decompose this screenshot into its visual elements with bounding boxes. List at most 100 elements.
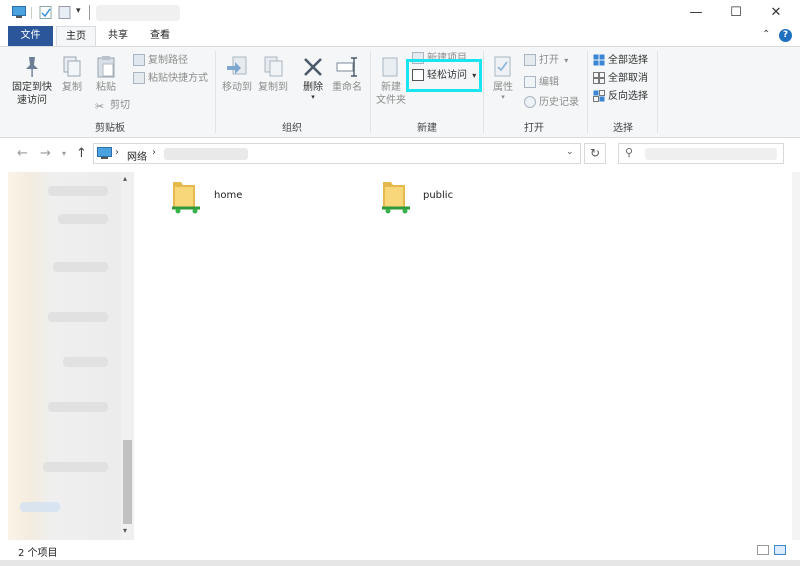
move-to-label: 移动到 (222, 82, 252, 93)
open-dropdown-icon: ▾ (564, 56, 569, 65)
rename-label: 重命名 (332, 82, 362, 93)
nav-scrollbar[interactable]: ▴ ▾ (121, 172, 134, 540)
paste-shortcut-label: 粘贴快捷方式 (148, 73, 208, 84)
history-label: 历史记录 (539, 97, 579, 108)
status-bar: 2 个项目 (0, 540, 800, 560)
folder-name[interactable]: home (214, 190, 242, 201)
copy-icon (63, 56, 81, 77)
search-placeholder (645, 148, 777, 160)
file-list[interactable]: home public (135, 172, 792, 540)
move-to-button[interactable]: 移动到 (220, 55, 254, 94)
minimize-button[interactable]: — (676, 0, 716, 26)
copy-button[interactable]: 复制 (60, 55, 84, 94)
collapse-ribbon-icon[interactable]: ⌃ (762, 29, 770, 40)
details-view-icon[interactable] (757, 545, 769, 555)
recent-locations-icon[interactable]: ▾ (62, 149, 66, 158)
up-arrow-icon[interactable]: ↑ (76, 146, 87, 161)
breadcrumb-separator[interactable]: › (152, 147, 156, 158)
delete-button[interactable]: 删除 ▾ (300, 55, 326, 101)
copy-label: 复制 (62, 82, 82, 93)
history-icon (524, 96, 536, 108)
taskbar-strip (0, 560, 800, 566)
edit-icon (524, 76, 536, 88)
properties-dropdown-icon: ▾ (501, 93, 505, 101)
pin-to-quick-access-button[interactable]: 固定到快 速访问 (10, 55, 54, 107)
clipboard-group-label: 剪贴板 (95, 123, 125, 134)
copy-to-button[interactable]: 复制到 (256, 55, 290, 94)
address-dropdown-icon[interactable]: ⌄ (566, 147, 574, 157)
help-icon[interactable]: ? (779, 29, 792, 42)
pin-label: 固定到快 速访问 (12, 82, 52, 106)
back-arrow-icon[interactable]: ← (17, 146, 28, 161)
search-input[interactable]: ⚲ (618, 143, 784, 164)
easy-access-highlight (406, 59, 482, 92)
tab-file[interactable]: 文件 (8, 26, 53, 46)
group-separator (587, 51, 588, 133)
list-item[interactable]: home (169, 178, 242, 219)
tab-share[interactable]: 共享 (98, 26, 138, 46)
new-group-label: 新建 (417, 123, 437, 134)
rename-icon (336, 57, 357, 77)
properties-label: 属性 (493, 82, 513, 93)
folder-name[interactable]: public (423, 190, 453, 201)
tab-view[interactable]: 查看 (140, 26, 180, 46)
select-none-button[interactable]: 全部取消 (593, 71, 648, 87)
title-bar: ▾ — ☐ ✕ (0, 0, 800, 26)
delete-x-icon (304, 58, 322, 76)
new-folder-quick-icon[interactable] (58, 6, 72, 19)
copy-path-icon (133, 54, 145, 66)
new-folder-button[interactable]: 新建 文件夹 (374, 55, 408, 107)
copy-path-label: 复制路径 (148, 55, 188, 66)
history-button[interactable]: 历史记录 (524, 95, 579, 111)
edit-button[interactable]: 编辑 (524, 75, 559, 91)
large-icons-view-icon[interactable] (774, 545, 786, 555)
computer-icon[interactable] (12, 6, 26, 19)
group-separator (657, 51, 658, 133)
address-bar[interactable]: › 网络 › ⌄ (93, 143, 581, 164)
open-icon (524, 54, 536, 66)
properties-icon[interactable] (39, 6, 53, 19)
list-item[interactable]: public (379, 178, 453, 219)
copy-path-button[interactable]: 复制路径 (133, 53, 188, 69)
customize-quick-access-icon[interactable]: ▾ (76, 6, 81, 16)
properties-button[interactable]: 属性 ▾ (488, 55, 518, 101)
select-all-button[interactable]: 全部选择 (593, 53, 648, 69)
close-button[interactable]: ✕ (756, 0, 796, 26)
breadcrumb-network[interactable]: 网络 (127, 148, 147, 163)
maximize-button[interactable]: ☐ (716, 0, 756, 26)
copy-to-icon (264, 56, 283, 77)
scroll-up-icon[interactable]: ▴ (123, 174, 127, 183)
navigation-pane[interactable] (8, 172, 121, 540)
cut-label: 剪切 (110, 100, 130, 111)
scroll-thumb[interactable] (123, 440, 132, 524)
paste-label: 粘贴 (96, 82, 116, 93)
group-separator (483, 51, 484, 133)
delete-dropdown-icon: ▾ (311, 93, 315, 101)
paste-button[interactable]: 粘贴 (92, 55, 120, 94)
refresh-button[interactable]: ↻ (584, 143, 606, 164)
tab-home[interactable]: 主页 (56, 26, 96, 46)
rename-button[interactable]: 重命名 (330, 55, 364, 94)
cut-button[interactable]: ✂ 剪切 (95, 98, 130, 114)
network-folder-icon (382, 182, 410, 214)
new-folder-icon (382, 57, 398, 77)
address-row: ← → ▾ ↑ › 网络 › ⌄ ↻ ⚲ (0, 138, 800, 170)
select-group-label: 选择 (613, 123, 633, 134)
paste-shortcut-icon (133, 72, 145, 84)
paste-shortcut-button[interactable]: 粘贴快捷方式 (133, 71, 208, 87)
right-edge (792, 172, 800, 540)
scroll-down-icon[interactable]: ▾ (123, 526, 127, 535)
invert-selection-button[interactable]: 反向选择 (593, 89, 648, 105)
copy-to-label: 复制到 (258, 82, 288, 93)
open-button[interactable]: 打开 ▾ (524, 53, 568, 69)
item-count: 2 个项目 (18, 548, 58, 559)
breadcrumb-host[interactable] (164, 148, 248, 160)
open-label: 打开 (539, 55, 559, 66)
forward-arrow-icon[interactable]: → (40, 146, 51, 161)
search-icon: ⚲ (625, 146, 634, 159)
ribbon: 固定到快 速访问 复制 粘贴 复制路径 粘贴快捷方式 ✂ 剪切 剪贴板 移动到 (0, 46, 800, 138)
breadcrumb-separator[interactable]: › (115, 147, 119, 158)
paste-icon (97, 56, 115, 78)
select-none-label: 全部取消 (608, 73, 648, 84)
cut-icon: ✂ (95, 100, 105, 113)
